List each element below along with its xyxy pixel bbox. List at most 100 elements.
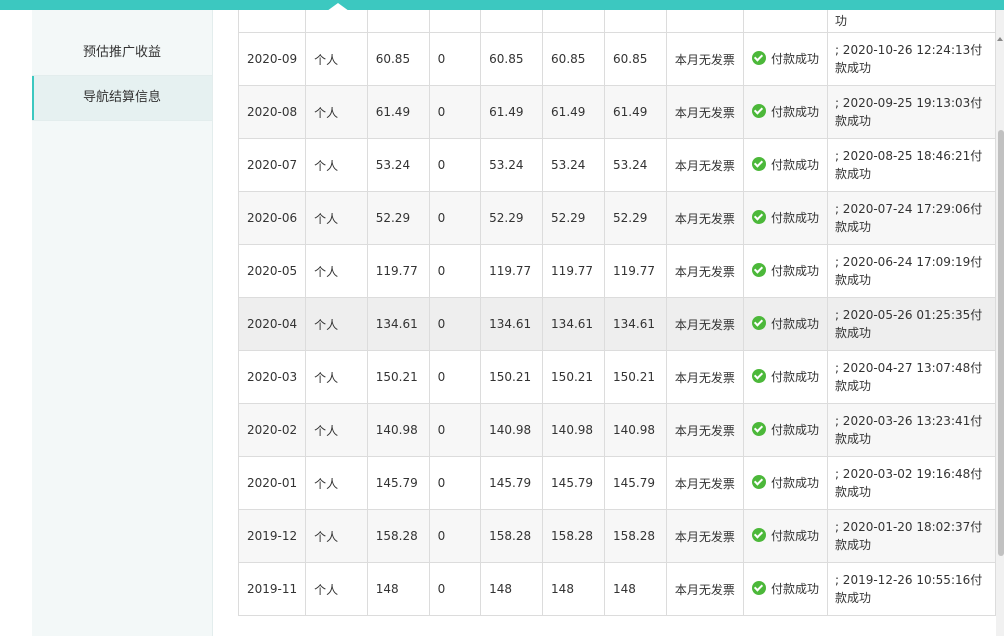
table-cell-c4: 52.29 <box>542 191 605 245</box>
arrow-up-icon[interactable] <box>997 37 1003 41</box>
table-row: 2020-09 个人 60.85 0 60.85 60.85 60.85 本月无发票 付款成功;… <box>238 32 996 86</box>
table-cell-status: 付款成功 <box>742 297 828 351</box>
status-label: 付款成功 <box>770 210 819 225</box>
table-row-partial: 功 <box>238 10 996 33</box>
table-cell-c5: 140.98 <box>603 403 667 457</box>
sidebar-item-estimated-promotion-income[interactable]: 预估推广收益 <box>32 31 212 76</box>
table-cell-type: 个人 <box>305 191 368 245</box>
table-row: 2020-01 个人 145.79 0 145.79 145.79 145.79 本月无发票付… <box>238 456 996 510</box>
status-badge: 付款成功 <box>751 156 819 173</box>
table-cell-c3: 158.28 <box>480 509 544 563</box>
table-cell-c5: 145.79 <box>603 456 667 510</box>
check-circle-icon <box>751 51 766 66</box>
table-cell-invoice: 本月无发票 <box>665 562 744 616</box>
remark-cell: ; 2020-08-25 18:46:21付款成功 <box>826 138 996 192</box>
table-cell-c2: 0 <box>428 85 482 139</box>
remark-cell: ; 2020-07-24 17:29:06付款成功 <box>826 191 996 245</box>
table-cell-c1: 158.28 <box>366 509 430 563</box>
remark-cell: ; 2020-09-25 19:13:03付款成功 <box>826 85 996 139</box>
table-row: 2020-08 个人 61.49 0 61.49 61.49 61.49 本月无发票 付款成功;… <box>238 85 996 139</box>
table-cell-c5: 158.28 <box>603 509 667 563</box>
table-row: 2020-06 个人 52.29 0 52.29 52.29 52.29 本月无发票 付款成功;… <box>238 191 996 245</box>
status-badge: 付款成功 <box>751 315 819 332</box>
status-badge: 付款成功 <box>751 262 819 279</box>
table-cell-c3: 148 <box>480 562 544 616</box>
table-cell-invoice: 本月无发票 <box>665 138 744 192</box>
status-label: 付款成功 <box>770 475 819 490</box>
check-circle-icon <box>751 528 766 543</box>
table-cell-c3: 53.24 <box>480 138 544 192</box>
table-cell-status: 付款成功 <box>742 350 828 404</box>
table-cell-c1: 61.49 <box>366 85 430 139</box>
table-cell-c1: 140.98 <box>366 403 430 457</box>
table-cell-type: 个人 <box>305 403 368 457</box>
table-cell-invoice: 本月无发票 <box>665 509 744 563</box>
table-cell-invoice: 本月无发票 <box>665 191 744 245</box>
check-circle-icon <box>751 369 766 384</box>
status-badge: 付款成功 <box>751 421 819 438</box>
remark-cell: ; 2020-06-24 17:09:19付款成功 <box>826 244 996 298</box>
check-circle-icon <box>751 157 766 172</box>
status-label: 付款成功 <box>770 104 819 119</box>
table-cell-c4: 145.79 <box>542 456 605 510</box>
top-accent-bar <box>0 0 1004 11</box>
status-badge: 付款成功 <box>751 580 819 597</box>
scrollbar-thumb[interactable] <box>998 130 1004 556</box>
table-cell-status: 付款成功 <box>742 403 828 457</box>
table-cell-c2: 0 <box>428 191 482 245</box>
table-cell-invoice: 本月无发票 <box>665 32 744 86</box>
table-cell-month: 2020-07 <box>238 138 307 192</box>
table-cell-invoice: 本月无发票 <box>665 244 744 298</box>
table-cell-invoice: 本月无发票 <box>665 350 744 404</box>
remark-cell: ; 2020-03-26 13:23:41付款成功 <box>826 403 996 457</box>
table-cell-c2: 0 <box>428 32 482 86</box>
status-label: 付款成功 <box>770 422 819 437</box>
status-label: 付款成功 <box>770 316 819 331</box>
table-cell-month: 2020-06 <box>238 191 307 245</box>
sidebar-item-label: 预估推广收益 <box>82 45 161 60</box>
table-cell-c5: 53.24 <box>603 138 667 192</box>
settlement-table: 功 2020-09 个人 60.85 0 60.85 60.85 60.85 本月无发票 付款成… <box>238 10 996 616</box>
table-cell-c3: 61.49 <box>480 85 544 139</box>
table-cell-month: 2020-09 <box>238 32 307 86</box>
table-cell-c3: 140.98 <box>480 403 544 457</box>
remark-cell: ; 2020-05-26 01:25:35付款成功 <box>826 297 996 351</box>
table-cell-c1: 145.79 <box>366 456 430 510</box>
table-cell-c1: 119.77 <box>366 244 430 298</box>
table-cell-status: 付款成功 <box>742 244 828 298</box>
remark-cell: ; 2020-10-26 12:24:13付款成功 <box>826 32 996 86</box>
table-cell-type: 个人 <box>305 138 368 192</box>
settlement-table-container: 功 2020-09 个人 60.85 0 60.85 60.85 60.85 本月无发票 付款成… <box>238 10 996 636</box>
status-label: 付款成功 <box>770 528 819 543</box>
table-cell-month: 2019-12 <box>238 509 307 563</box>
check-circle-icon <box>751 316 766 331</box>
table-row: 2020-02 个人 140.98 0 140.98 140.98 140.98 本月无发票付… <box>238 403 996 457</box>
check-circle-icon <box>751 475 766 490</box>
table-cell-c5: 119.77 <box>603 244 667 298</box>
table-cell-status: 付款成功 <box>742 138 828 192</box>
table-cell-c5: 150.21 <box>603 350 667 404</box>
table-cell-invoice: 本月无发票 <box>665 456 744 510</box>
table-cell-month: 2020-05 <box>238 244 307 298</box>
remark-cell: ; 2019-12-26 10:55:16付款成功 <box>826 562 996 616</box>
table-cell-status: 付款成功 <box>742 562 828 616</box>
table-cell-c5: 134.61 <box>603 297 667 351</box>
table-cell-type: 个人 <box>305 244 368 298</box>
table-cell-c3: 145.79 <box>480 456 544 510</box>
table-cell-type: 个人 <box>305 297 368 351</box>
table-cell-c3: 60.85 <box>480 32 544 86</box>
table-cell-type: 个人 <box>305 32 368 86</box>
table-cell-c5: 60.85 <box>603 32 667 86</box>
status-label: 付款成功 <box>770 157 819 172</box>
table-cell-c1: 53.24 <box>366 138 430 192</box>
table-cell-c4: 119.77 <box>542 244 605 298</box>
table-cell-type: 个人 <box>305 562 368 616</box>
status-badge: 付款成功 <box>751 50 819 67</box>
table-row: 2019-12 个人 158.28 0 158.28 158.28 158.28 本月无发票付… <box>238 509 996 563</box>
status-badge: 付款成功 <box>751 368 819 385</box>
table-cell-month: 2019-11 <box>238 562 307 616</box>
table-cell-type: 个人 <box>305 85 368 139</box>
table-cell-c4: 60.85 <box>542 32 605 86</box>
table-cell-c1: 148 <box>366 562 430 616</box>
sidebar-item-navigation-settlement-info[interactable]: 导航结算信息 <box>32 76 212 121</box>
